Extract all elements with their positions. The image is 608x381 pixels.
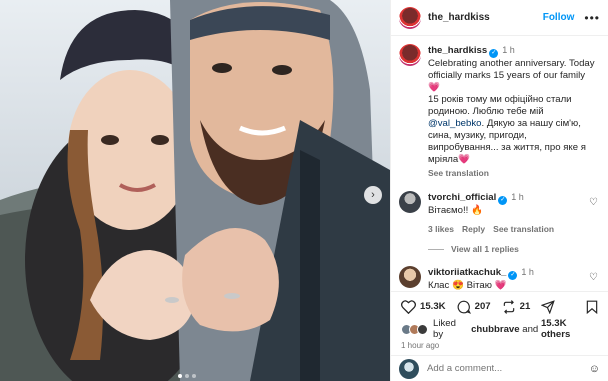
couple-photo xyxy=(0,0,390,381)
comment-item: viktoriiatkachuk_ ✓ 1 h Клас 😍 Вітаю 💗 ♡ xyxy=(399,266,598,291)
carousel-indicator xyxy=(178,374,196,378)
liker-avatars xyxy=(401,323,428,335)
verified-icon: ✓ xyxy=(489,49,499,58)
view-replies-link[interactable]: View all 1 replies xyxy=(428,244,598,254)
caption-heart: 💗 xyxy=(428,82,440,93)
caption-line1: Celebrating another anniversary. Today o… xyxy=(428,58,595,81)
liked-by-user[interactable]: chubbrave xyxy=(471,324,520,335)
repost-icon[interactable] xyxy=(502,299,516,314)
heart-outline-icon[interactable]: ♡ xyxy=(589,272,598,283)
likes-count: 15.3K xyxy=(420,301,446,312)
emoji-icon[interactable]: ☺ xyxy=(589,363,600,375)
add-comment-bar: ☺ xyxy=(391,355,608,381)
post-media[interactable]: › xyxy=(0,0,390,381)
caption-username[interactable]: the_hardkiss xyxy=(428,45,487,56)
comment-time: 1 h xyxy=(521,267,534,277)
comment-input[interactable] xyxy=(427,363,589,374)
action-bar: 15.3K 207 21 xyxy=(391,291,608,321)
heart-outline-icon[interactable]: ♡ xyxy=(589,197,598,208)
post-header: the_hardkiss Follow ••• xyxy=(391,0,608,36)
comment-time: 1 h xyxy=(511,192,524,202)
bookmark-icon[interactable] xyxy=(586,300,598,314)
comment-see-translation[interactable]: See translation xyxy=(493,223,554,235)
post-timestamp: 1 hour ago xyxy=(401,341,440,350)
next-image-button[interactable]: › xyxy=(364,186,382,204)
caption-line2a: 15 років тому ми офіційно стали родиною.… xyxy=(428,94,572,117)
comment-likes[interactable]: 3 likes xyxy=(428,223,454,235)
liked-by: Liked by chubbrave and 15.3K others xyxy=(391,318,608,340)
commenter-username[interactable]: viktoriiatkachuk_ xyxy=(428,267,506,278)
verified-icon: ✓ xyxy=(498,196,508,205)
share-icon[interactable] xyxy=(541,299,556,314)
caption: the_hardkiss ✓ 1 h Celebrating another ann… xyxy=(399,44,598,179)
mention-link[interactable]: @val_bebko xyxy=(428,118,481,129)
liked-by-mid: and xyxy=(522,323,539,335)
reposts-count: 21 xyxy=(519,301,531,312)
comments-area[interactable]: the_hardkiss ✓ 1 h Celebrating another ann… xyxy=(391,36,608,291)
commenter-avatar[interactable] xyxy=(399,191,421,213)
comment-text: Вітаємо!! 🔥 xyxy=(428,205,483,216)
comment-text: Клас 😍 Вітаю 💗 xyxy=(428,280,507,291)
comment-item: tvorchi_official ✓ 1 h Вітаємо!! 🔥 3 likes… xyxy=(399,191,598,235)
reply-button[interactable]: Reply xyxy=(462,223,485,235)
heart-icon[interactable] xyxy=(401,299,416,314)
commenter-avatar[interactable] xyxy=(399,266,421,288)
caption-heart2: 💗 xyxy=(458,154,471,165)
comments-count: 207 xyxy=(474,301,491,312)
author-avatar[interactable] xyxy=(399,6,421,29)
see-translation-link[interactable]: See translation xyxy=(428,167,598,179)
current-user-avatar xyxy=(399,358,419,379)
author-username[interactable]: the_hardkiss xyxy=(428,12,490,23)
verified-icon: ✓ xyxy=(508,271,518,280)
more-horizontal-icon[interactable]: ••• xyxy=(584,11,600,25)
post-sidebar: the_hardkiss Follow ••• the_hardkiss ✓ 1 h… xyxy=(390,0,608,381)
follow-button[interactable]: Follow xyxy=(543,12,575,23)
commenter-username[interactable]: tvorchi_official xyxy=(428,192,496,203)
caption-avatar[interactable] xyxy=(399,44,421,66)
comment-icon[interactable] xyxy=(457,300,471,314)
caption-time: 1 h xyxy=(502,45,515,55)
